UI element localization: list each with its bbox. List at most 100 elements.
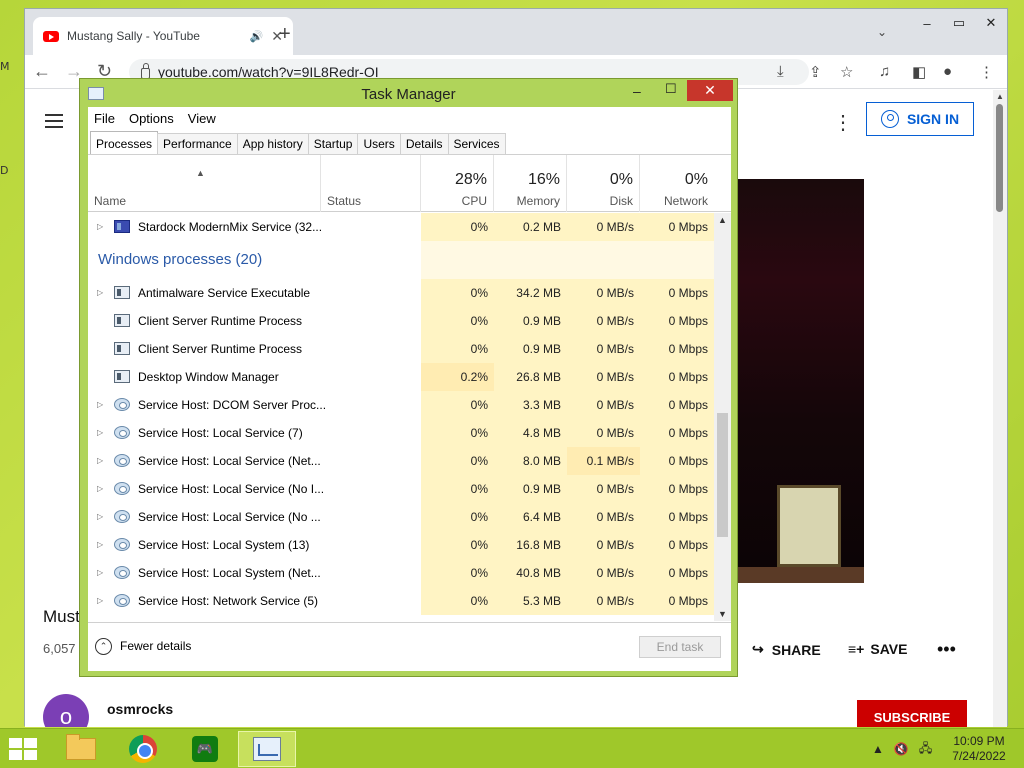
table-row[interactable]: ▷ Service Host: Network Service (5) 0% 5.3 … bbox=[88, 587, 714, 615]
table-row[interactable]: ▷ Service Host: Local System (13) 0% 16.8 M… bbox=[88, 531, 714, 559]
menu-view[interactable]: View bbox=[188, 111, 216, 126]
close-button[interactable]: ✕ bbox=[687, 80, 733, 101]
tab-app-history[interactable]: App history bbox=[236, 133, 309, 155]
network-icon[interactable]: 🖧 bbox=[919, 739, 932, 760]
star-icon[interactable]: ☆ bbox=[840, 63, 853, 81]
show-hidden-icons-icon[interactable]: ▲ bbox=[872, 742, 884, 756]
fewer-details-link[interactable]: Fewer details bbox=[120, 639, 191, 653]
xbox-button[interactable]: 🎮 bbox=[176, 731, 234, 767]
chevron-right-icon[interactable]: ▷ bbox=[97, 484, 103, 493]
chevron-up-icon[interactable]: ⌃ bbox=[95, 638, 112, 655]
column-network[interactable]: 0% Network bbox=[640, 155, 714, 212]
column-memory[interactable]: 16% Memory bbox=[494, 155, 567, 212]
table-row[interactable]: ▷ Service Host: Local Service (No ... 0% 6.… bbox=[88, 503, 714, 531]
minimize-button[interactable]: – bbox=[633, 83, 641, 99]
scrollbar-thumb[interactable] bbox=[717, 413, 728, 537]
menu-file[interactable]: File bbox=[94, 111, 115, 126]
column-name[interactable]: ▲ Name bbox=[88, 155, 321, 212]
table-row[interactable]: ▷ Antimalware Service Executable 0% 34.2 MB… bbox=[88, 279, 714, 307]
channel-name[interactable]: osmrocks bbox=[107, 701, 173, 717]
chevron-down-icon[interactable]: ⌄ bbox=[877, 25, 887, 39]
new-tab-button[interactable]: + bbox=[279, 23, 291, 46]
tab-strip: Mustang Sally - YouTube 🔊 ✕ + ⌄ – ▭ ✕ bbox=[25, 9, 1007, 55]
chevron-right-icon[interactable]: ▷ bbox=[97, 222, 103, 231]
more-options-icon[interactable]: ⋮ bbox=[833, 110, 853, 135]
tab-processes[interactable]: Processes bbox=[90, 131, 159, 155]
save-button[interactable]: ≡+ SAVE bbox=[848, 641, 907, 657]
share-button[interactable]: ↪ SHARE bbox=[752, 641, 821, 658]
tab-details[interactable]: Details bbox=[399, 133, 449, 155]
scroll-down-icon[interactable]: ▼ bbox=[718, 609, 727, 619]
table-row[interactable]: ▷ Stardock ModernMix Service (32... 0% 0.2 … bbox=[88, 213, 714, 241]
profile-icon[interactable]: ● bbox=[943, 63, 952, 80]
share-icon[interactable]: ⇪ bbox=[809, 63, 822, 81]
tab-startup[interactable]: Startup bbox=[307, 133, 359, 155]
table-row[interactable]: Desktop Window Manager 0.2% 26.8 MB 0 MB/s 0… bbox=[88, 363, 714, 391]
avatar[interactable]: o bbox=[43, 694, 89, 727]
volume-muted-icon[interactable]: 🔇 bbox=[894, 742, 909, 756]
group-header[interactable]: Windows processes (20) bbox=[88, 241, 714, 279]
tab-services[interactable]: Services bbox=[447, 133, 506, 155]
tab-performance[interactable]: Performance bbox=[157, 133, 238, 155]
chevron-right-icon[interactable]: ▷ bbox=[97, 512, 103, 521]
lock-icon[interactable] bbox=[141, 62, 150, 79]
clock[interactable]: 10:09 PM 7/24/2022 bbox=[944, 734, 1014, 764]
disk-cell: 0 MB/s bbox=[567, 391, 640, 419]
task-manager-button[interactable] bbox=[238, 731, 296, 767]
scrollbar-thumb[interactable] bbox=[996, 104, 1003, 212]
side-panel-icon[interactable]: ◧ bbox=[912, 63, 926, 81]
back-button[interactable]: ← bbox=[33, 61, 51, 82]
sign-in-button[interactable]: SIGN IN bbox=[866, 102, 974, 136]
speaker-icon[interactable]: 🔊 bbox=[250, 30, 264, 43]
media-control-icon[interactable]: ♫ bbox=[879, 63, 890, 80]
task-manager-client: File Options View Processes Performance … bbox=[88, 107, 731, 671]
maximize-button[interactable]: ☐ bbox=[665, 81, 677, 97]
minimize-button[interactable]: – bbox=[911, 9, 943, 37]
process-icon bbox=[114, 286, 130, 299]
browser-tab[interactable]: Mustang Sally - YouTube 🔊 ✕ bbox=[33, 17, 293, 55]
table-row[interactable]: ▷ Service Host: Local System (Net... 0% 40.… bbox=[88, 559, 714, 587]
chevron-right-icon[interactable]: ▷ bbox=[97, 596, 103, 605]
video-player[interactable] bbox=[737, 179, 864, 583]
page-scrollbar[interactable]: ▲ bbox=[993, 90, 1007, 727]
chrome-button[interactable] bbox=[114, 731, 172, 767]
scroll-up-icon[interactable]: ▲ bbox=[718, 215, 727, 225]
more-actions-button[interactable]: ••• bbox=[937, 639, 956, 660]
chevron-right-icon[interactable]: ▷ bbox=[97, 540, 103, 549]
process-name: Service Host: Network Service (5) bbox=[138, 594, 319, 608]
end-task-button[interactable]: End task bbox=[639, 636, 721, 658]
chevron-right-icon[interactable]: ▷ bbox=[97, 568, 103, 577]
install-icon[interactable]: ⤓ bbox=[777, 63, 784, 80]
table-scrollbar[interactable]: ▲ ▼ bbox=[714, 213, 731, 621]
chevron-right-icon[interactable]: ▷ bbox=[97, 400, 103, 409]
column-disk[interactable]: 0% Disk bbox=[567, 155, 640, 212]
disk-cell: 0 MB/s bbox=[567, 503, 640, 531]
column-cpu[interactable]: 28% CPU bbox=[421, 155, 494, 212]
process-table: ▲ Name Status 28% CPU 16% Memory 0% Disk bbox=[88, 155, 731, 621]
chevron-right-icon[interactable]: ▷ bbox=[97, 456, 103, 465]
table-row[interactable]: ▷ Service Host: Local Service (7) 0% 4.8 MB… bbox=[88, 419, 714, 447]
table-row[interactable]: Client Server Runtime Process 0% 0.9 MB 0 M… bbox=[88, 307, 714, 335]
table-row[interactable]: ▷ Service Host: Local Service (Net... 0% 8.… bbox=[88, 447, 714, 475]
menu-options[interactable]: Options bbox=[129, 111, 174, 126]
start-button[interactable] bbox=[9, 738, 39, 762]
table-row[interactable]: Client Server Runtime Process 0% 0.9 MB 0 M… bbox=[88, 335, 714, 363]
table-row[interactable]: ▷ Service Host: Local Service (No I... 0% 0… bbox=[88, 475, 714, 503]
disk-cell: 0 MB/s bbox=[567, 335, 640, 363]
hamburger-menu-icon[interactable] bbox=[45, 114, 63, 128]
column-status[interactable]: Status bbox=[321, 155, 421, 212]
chevron-right-icon[interactable]: ▷ bbox=[97, 428, 103, 437]
scroll-up-icon[interactable]: ▲ bbox=[996, 92, 1004, 101]
tab-users[interactable]: Users bbox=[357, 133, 401, 155]
gear-icon bbox=[114, 538, 130, 551]
group-title: Windows processes (20) bbox=[98, 251, 263, 268]
file-explorer-button[interactable] bbox=[52, 731, 110, 767]
title-bar[interactable]: Task Manager – ☐ ✕ bbox=[80, 79, 737, 107]
close-button[interactable]: ✕ bbox=[975, 9, 1007, 37]
gear-icon bbox=[114, 482, 130, 495]
chevron-right-icon[interactable]: ▷ bbox=[97, 288, 103, 297]
maximize-button[interactable]: ▭ bbox=[943, 9, 975, 37]
menu-icon[interactable]: ⋮ bbox=[979, 63, 994, 81]
subscribe-button[interactable]: SUBSCRIBE bbox=[857, 700, 967, 727]
table-row[interactable]: ▷ Service Host: DCOM Server Proc... 0% 3.3 … bbox=[88, 391, 714, 419]
